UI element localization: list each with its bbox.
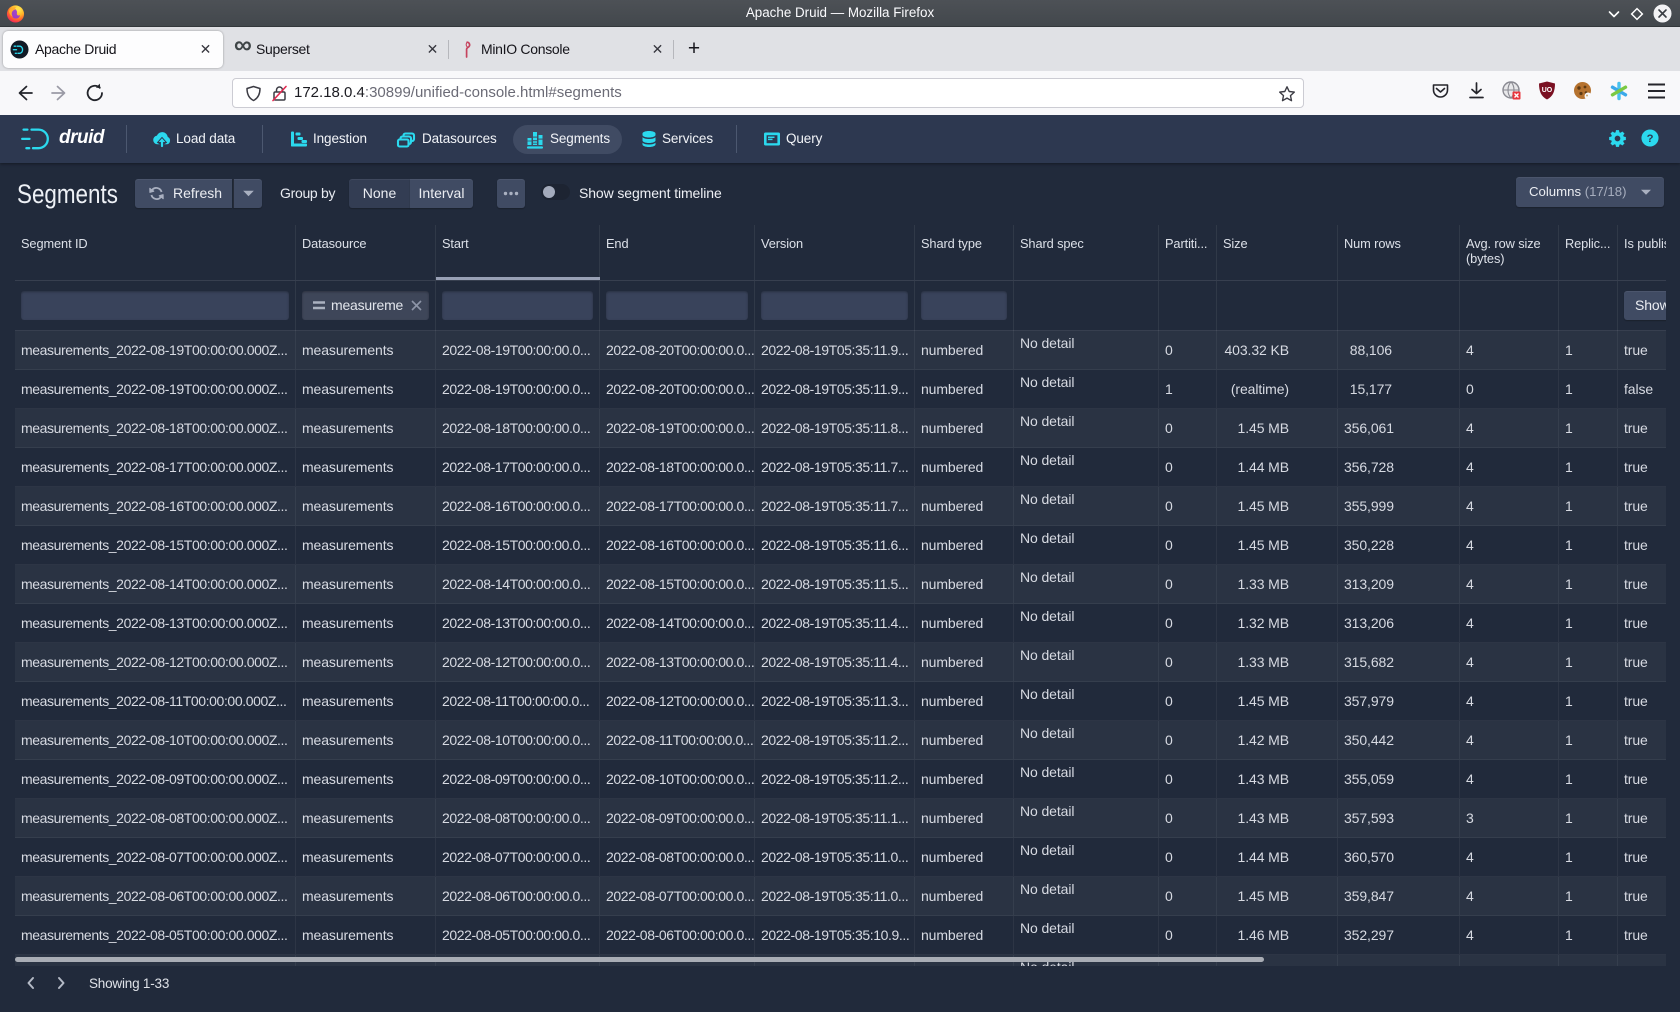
svg-text:UO: UO xyxy=(1542,87,1553,94)
svg-text:?: ? xyxy=(1647,133,1654,145)
